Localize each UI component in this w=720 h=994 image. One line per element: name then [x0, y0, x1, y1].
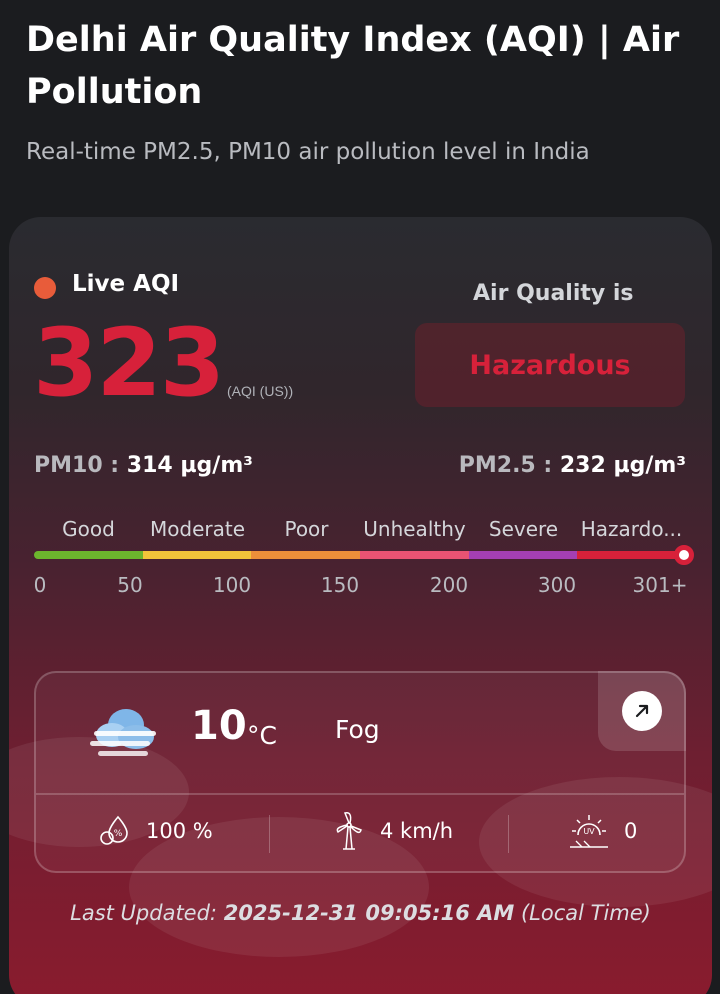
- scale-tick: 200: [429, 573, 469, 597]
- last-updated-value: 2025-12-31 09:05:16 AM: [223, 901, 515, 925]
- aqi-unit: (AQI (US)): [227, 383, 294, 399]
- svg-text:%: %: [114, 829, 123, 839]
- scale-segment-hazardous: [577, 551, 687, 559]
- air-quality-heading: Air Quality is: [473, 281, 634, 306]
- scale-tick: 0: [33, 573, 47, 597]
- scale-segment-unhealthy: [360, 551, 469, 559]
- pm25-value: 232 µg/m³: [559, 453, 686, 478]
- scale-segment-moderate: [142, 551, 252, 559]
- scale-tick: 300: [537, 573, 577, 597]
- aqi-scale-bar: [34, 545, 694, 565]
- humidity-icon: %: [100, 815, 128, 845]
- scale-label-severe: Severe: [488, 517, 559, 541]
- timezone-note: (Local Time): [520, 901, 651, 925]
- scale-tick: 301+: [632, 573, 688, 597]
- pm10-label: PM10 :: [34, 453, 120, 478]
- aqi-scale-marker: [674, 545, 694, 565]
- metric-separator: [508, 815, 509, 853]
- arrow-up-right-icon[interactable]: [622, 691, 662, 731]
- temperature-value: 10: [191, 703, 247, 749]
- fog-cloud-icon: [90, 709, 156, 756]
- pm25-label: PM2.5 :: [458, 453, 553, 478]
- wind-speed-value: 4 km/h: [380, 819, 454, 843]
- scale-label-unhealthy: Unhealthy: [363, 517, 466, 541]
- pm25-reading: PM2.5 : 232 µg/m³: [459, 453, 686, 478]
- scale-label-poor: Poor: [284, 517, 329, 541]
- aqi-card: Live AQI 323 (AQI (US)) Air Quality is H…: [9, 217, 712, 994]
- svg-text:UV: UV: [583, 827, 595, 836]
- uv-index-value: 0: [624, 819, 638, 843]
- weather-condition: Fog: [335, 715, 380, 744]
- scale-segment-severe: [468, 551, 578, 559]
- weather-divider: [36, 793, 684, 795]
- last-updated: Last Updated: 2025-12-31 09:05:16 AM (Lo…: [9, 901, 712, 925]
- page-title: Delhi Air Quality Index (AQI) | Air Poll…: [26, 20, 680, 112]
- page-subtitle: Real-time PM2.5, PM10 air pollution leve…: [26, 139, 590, 165]
- scale-tick: 100: [212, 573, 252, 597]
- scale-segment-poor: [251, 551, 361, 559]
- weather-expand-button[interactable]: [598, 671, 686, 751]
- aqi-scale-ticks: 0 50 100 150 200 300 301+: [33, 573, 688, 599]
- wind-metric: 4 km/h: [332, 809, 453, 853]
- uv-metric: UV 0: [568, 809, 637, 853]
- wind-turbine-icon: [336, 812, 362, 850]
- scale-label-hazardous: Hazardo...: [580, 517, 683, 541]
- humidity-metric: % 100 %: [98, 809, 213, 853]
- scale-label-moderate: Moderate: [149, 517, 246, 541]
- scale-tick: 150: [320, 573, 360, 597]
- scale-tick: 50: [117, 573, 143, 597]
- aqi-scale-labels: Good Moderate Poor Unhealthy Severe Haza…: [34, 517, 686, 547]
- weather-card: 10 °C Fog % 100 % 4 km/h UV 0: [34, 671, 686, 873]
- live-aqi-label: Live AQI: [72, 271, 180, 297]
- aqi-value: 323: [33, 309, 225, 418]
- pm10-reading: PM10 : 314 µg/m³: [34, 453, 253, 478]
- live-indicator-dot: [34, 277, 56, 299]
- air-quality-status-badge: Hazardous: [415, 323, 685, 407]
- uv-index-icon: UV: [570, 815, 608, 848]
- metric-separator: [269, 815, 270, 853]
- scale-segment-good: [34, 551, 143, 559]
- temperature-unit: °C: [247, 721, 277, 750]
- last-updated-label: Last Updated:: [70, 901, 218, 925]
- humidity-value: 100 %: [146, 819, 213, 843]
- scale-label-good: Good: [62, 517, 115, 541]
- pm10-value: 314 µg/m³: [126, 453, 253, 478]
